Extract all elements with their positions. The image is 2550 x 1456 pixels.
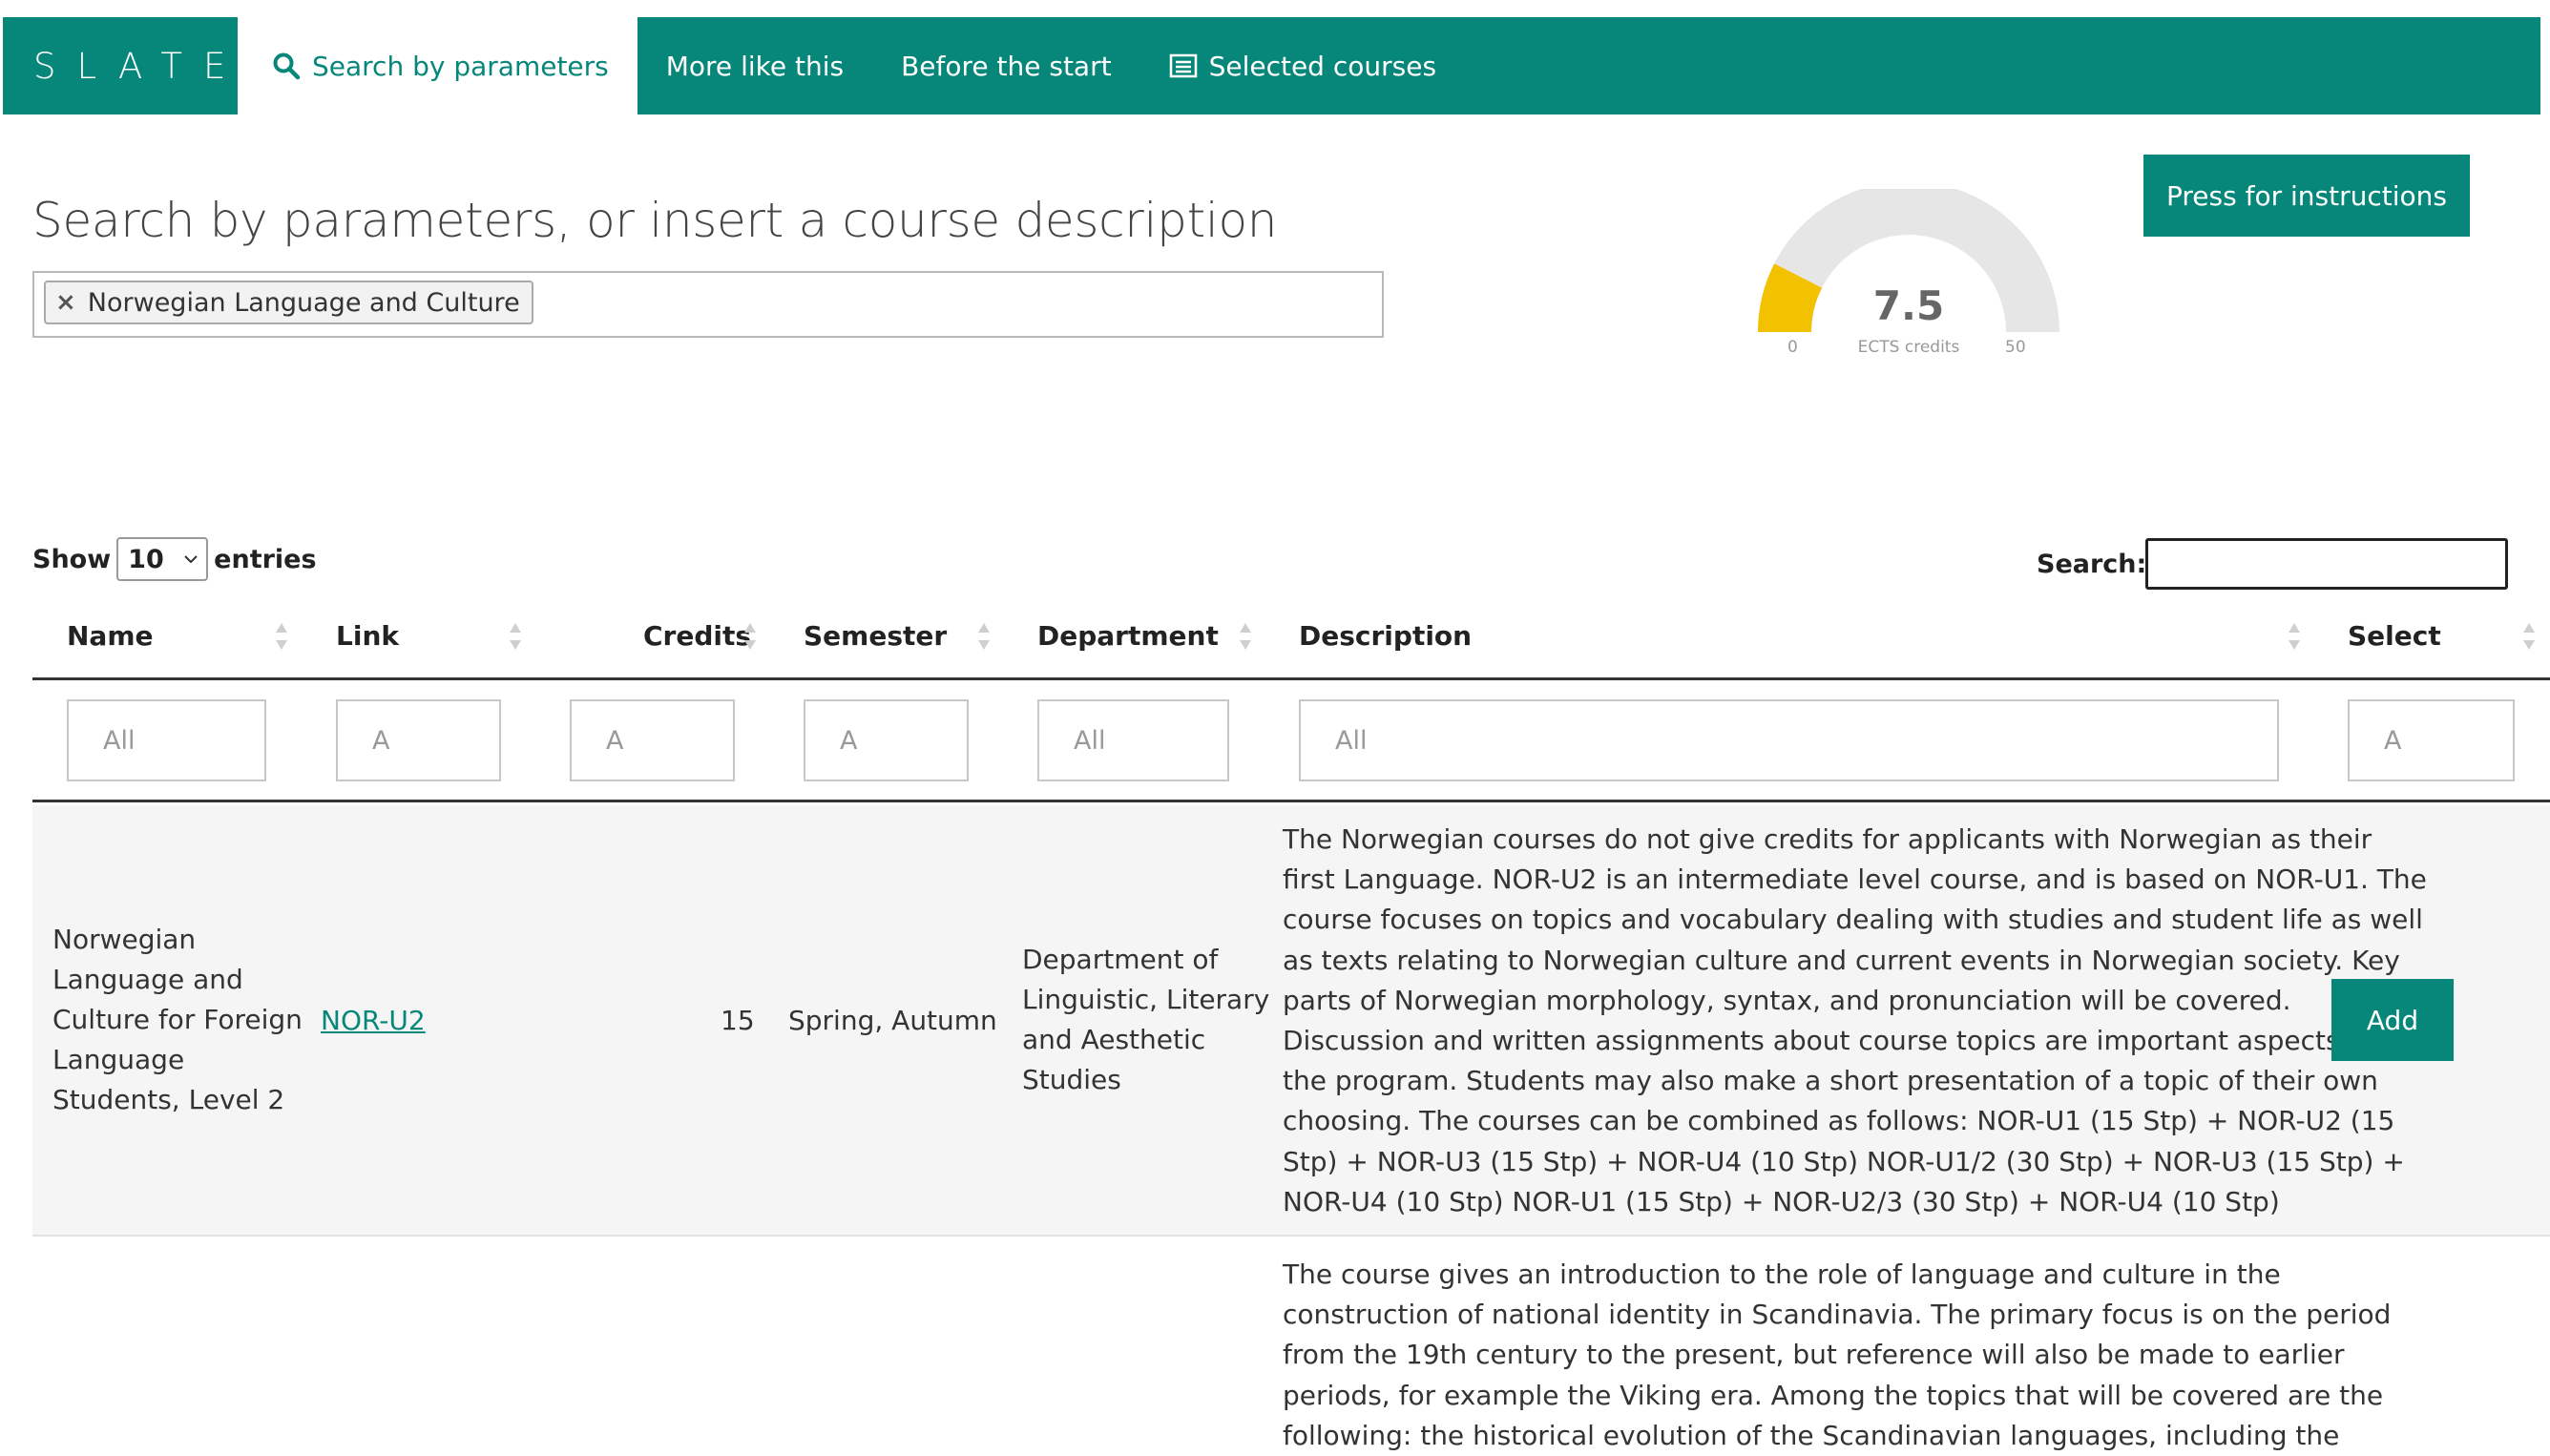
nav-label: Before the start [901, 50, 1112, 82]
nav-more-like-this[interactable]: More like this [638, 17, 872, 114]
course-description: The course gives an introduction to the … [1283, 1255, 2391, 1456]
description-line: NOR-U4 (10 Stp) NOR-U1 (15 Stp) + NOR-U2… [1283, 1185, 2280, 1217]
description-line: choosing. The courses can be combined as… [1283, 1105, 2395, 1137]
brand-logo[interactable]: SLATE [3, 17, 238, 114]
top-navbar: SLATE Search by parameters More like thi… [3, 17, 2540, 114]
course-name-line: Culture for Foreign [52, 1004, 303, 1035]
show-label: Show [32, 544, 112, 574]
sort-icon[interactable] [1238, 620, 1253, 653]
chevron-down-icon [184, 555, 198, 564]
department-line: Studies [1022, 1064, 1121, 1095]
tag-label: Norwegian Language and Culture [87, 287, 520, 318]
nav-label: More like this [665, 50, 845, 82]
column-header-credits[interactable]: Credits [643, 620, 751, 652]
description-line: The Norwegian courses do not give credit… [1283, 823, 2372, 855]
description-line: Stp) + NOR-U3 (15 Stp) + NOR-U4 (10 Stp)… [1283, 1145, 2405, 1177]
description-line: Discussion and written assignments about… [1283, 1025, 2374, 1057]
page-title: Search by parameters, or insert a course… [32, 193, 1278, 248]
course-semester: Spring, Autumn [788, 1005, 997, 1036]
add-course-button[interactable]: Add [2331, 979, 2454, 1061]
description-line: course focuses on topics and vocabulary … [1283, 904, 2423, 936]
description-line: The course gives an introduction to the … [1283, 1258, 2281, 1290]
column-header-select[interactable]: Select [2348, 620, 2441, 652]
course-name-line: Language [52, 1044, 185, 1075]
nav-selected-courses[interactable]: Selected courses [1140, 17, 1465, 114]
search-icon [272, 52, 301, 80]
description-line: as texts relating to Norwegian culture a… [1283, 944, 2400, 976]
table-search-input[interactable] [2145, 538, 2508, 590]
entries-value: 10 [128, 544, 164, 574]
filter-department[interactable]: All [1037, 699, 1229, 781]
header-divider [32, 677, 2550, 680]
column-header-description[interactable]: Description [1299, 620, 1472, 652]
parameter-input[interactable]: × Norwegian Language and Culture [32, 271, 1384, 338]
description-line: parts of Norwegian morphology, syntax, a… [1283, 984, 2291, 1016]
description-line: construction of national identity in Sca… [1283, 1299, 2392, 1331]
sort-icon[interactable] [976, 620, 992, 653]
course-description: The Norwegian courses do not give credit… [1283, 820, 2427, 1222]
course-link[interactable]: NOR-U2 [321, 1001, 426, 1041]
course-department: Department of Linguistic, Literary and A… [1022, 940, 1269, 1100]
filter-semester[interactable]: A [804, 699, 969, 781]
entries-select[interactable]: 10 [116, 537, 209, 581]
department-line: and Aesthetic [1022, 1024, 1206, 1055]
course-credits: 15 [721, 1005, 755, 1036]
nav-before-the-start[interactable]: Before the start [872, 17, 1140, 114]
description-line: the program. Students may also make a sh… [1283, 1065, 2378, 1097]
description-line: first Language. NOR-U2 is an intermediat… [1283, 863, 2427, 896]
entries-label: entries [214, 544, 317, 574]
filter-description[interactable]: All [1299, 699, 2279, 781]
filter-credits[interactable]: A [570, 699, 735, 781]
column-header-link[interactable]: Link [336, 620, 399, 652]
gauge-value: 7.5 [1872, 282, 1945, 329]
department-line: Department of [1022, 944, 1219, 975]
nav-label: Search by parameters [312, 50, 609, 82]
filter-divider [32, 800, 2550, 802]
show-entries: Show 10 entries [32, 537, 317, 581]
sort-icon[interactable] [2287, 620, 2302, 653]
sort-icon[interactable] [2521, 620, 2537, 653]
filter-select[interactable]: A [2348, 699, 2515, 781]
filter-name[interactable]: All [67, 699, 266, 781]
sort-icon[interactable] [742, 620, 758, 653]
remove-tag-icon[interactable]: × [55, 288, 76, 317]
sort-icon[interactable] [508, 620, 523, 653]
nav-search-by-parameters[interactable]: Search by parameters [238, 17, 638, 114]
filter-link[interactable]: A [336, 699, 501, 781]
search-label: Search: [2037, 550, 2147, 579]
course-name: Norwegian Language and Culture for Forei… [52, 920, 303, 1120]
parameter-tag: × Norwegian Language and Culture [44, 281, 533, 324]
brand-name: SLATE [33, 45, 247, 87]
credits-gauge: 7.5 ECTS credits 0 50 [1756, 181, 2061, 370]
gauge-max: 50 [2005, 338, 2026, 357]
column-header-name[interactable]: Name [67, 620, 154, 652]
column-header-semester[interactable]: Semester [804, 620, 947, 652]
instructions-button[interactable]: Press for instructions [2143, 155, 2470, 237]
description-line: from the 19th century to the present, bu… [1283, 1339, 2345, 1371]
course-name-line: Language and [52, 964, 243, 995]
department-line: Linguistic, Literary [1022, 984, 1270, 1015]
course-name-line: Students, Level 2 [52, 1084, 285, 1115]
course-name-line: Norwegian [52, 924, 197, 955]
nav-label: Selected courses [1208, 50, 1437, 82]
sort-icon[interactable] [274, 620, 289, 653]
list-icon [1169, 52, 1198, 80]
column-header-department[interactable]: Department [1037, 620, 1219, 652]
description-line: periods, for example the Viking era. Amo… [1283, 1379, 2384, 1411]
gauge-min: 0 [1787, 338, 1798, 357]
description-line: following: the historical evolution of t… [1283, 1419, 2340, 1451]
